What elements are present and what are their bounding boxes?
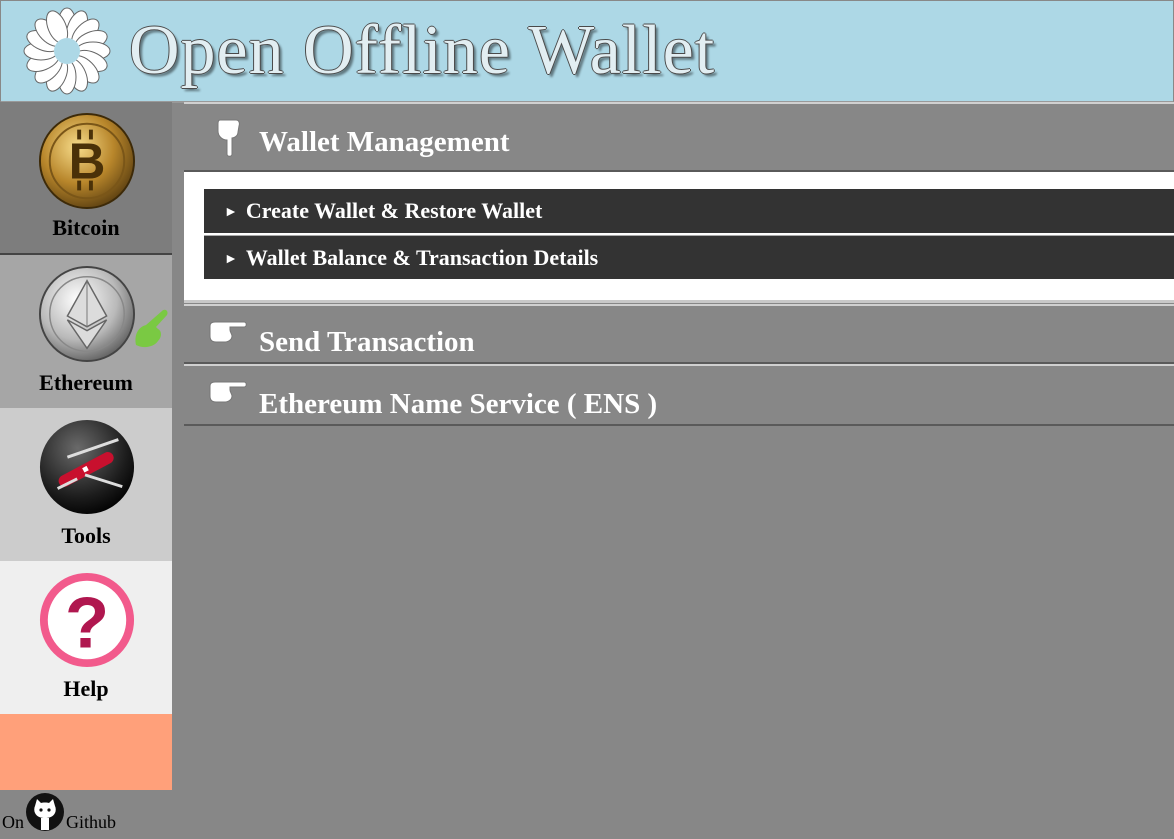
github-label: Github [66,812,117,832]
sidebar-item-label: Tools [61,523,111,548]
section-title: Ethereum Name Service ( ENS ) [259,388,658,420]
sidebar-filler [0,714,172,790]
pointing-right-hand-icon [209,381,247,403]
flower-logo-icon [23,7,111,95]
github-prefix: On [2,812,24,832]
sidebar-item-label: Bitcoin [52,215,120,240]
github-link[interactable]: On Github [0,790,172,839]
pointing-hand-active-icon [135,309,168,348]
github-octocat-icon [26,793,64,831]
pointing-right-hand-icon [209,321,247,343]
svg-text:?: ? [65,582,109,663]
sidebar-item-help[interactable]: ? Help [0,561,172,714]
section-ens[interactable]: Ethereum Name Service ( ENS ) [184,364,1174,426]
pointing-down-hand-icon [217,119,240,157]
ethereum-coin-icon [38,265,136,363]
app-title: Open Offline Wallet [129,12,716,89]
wallet-balance-details-item[interactable]: ► Wallet Balance & Transaction Details [204,235,1174,279]
svg-text:B: B [69,133,106,190]
sidebar-item-ethereum[interactable]: Ethereum [0,255,172,408]
sidebar-item-tools[interactable]: Tools [0,408,172,561]
section-send-transaction[interactable]: Send Transaction [184,304,1174,364]
sidebar-item-label: Ethereum [39,370,133,395]
submenu-label: Wallet Balance & Transaction Details [245,245,599,270]
bitcoin-coin-icon: B [38,112,136,210]
triangle-right-icon: ► [224,251,238,267]
section-title: Wallet Management [259,126,510,158]
sidebar-item-bitcoin[interactable]: B Bitcoin [0,102,172,255]
swiss-army-knife-icon [39,419,135,515]
question-mark-icon: ? [39,572,135,668]
triangle-right-icon: ► [224,204,238,220]
sidebar: B Bitcoin Ethereum Tools ? Help On Githu… [0,102,172,839]
create-restore-wallet-item[interactable]: ► Create Wallet & Restore Wallet [204,189,1174,233]
section-wallet-management[interactable]: Wallet Management [184,102,1174,172]
app-header: Open Offline Wallet [0,0,1174,103]
sidebar-item-label: Help [63,676,109,701]
section-title: Send Transaction [259,326,475,358]
submenu-label: Create Wallet & Restore Wallet [245,198,543,223]
wallet-management-panel: ► Create Wallet & Restore Wallet ► Wallet … [184,172,1174,303]
